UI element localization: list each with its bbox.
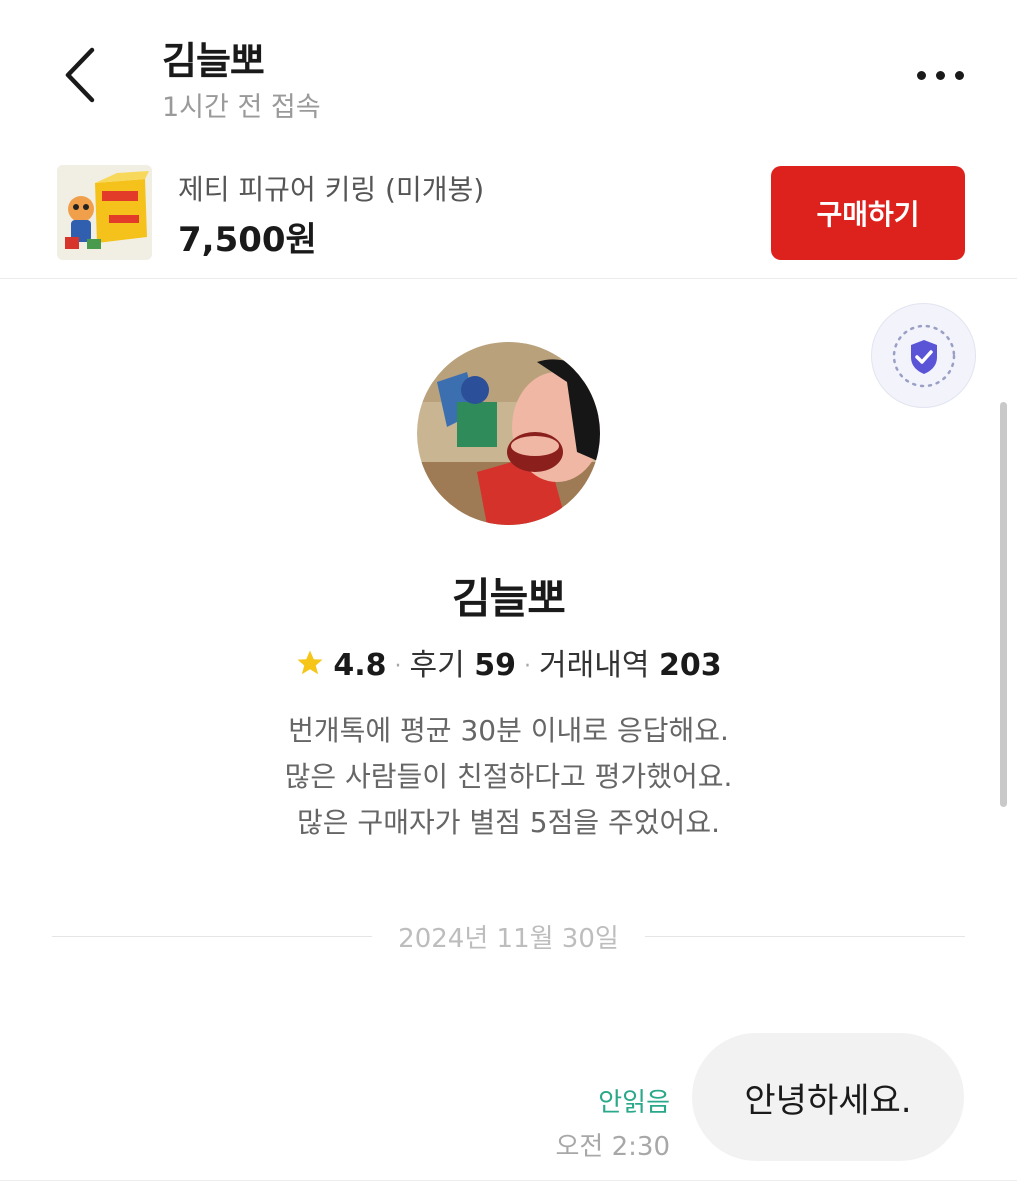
- product-image: [57, 165, 152, 260]
- last-seen-status: 1시간 전 접속: [162, 92, 321, 123]
- more-icon: [916, 70, 926, 80]
- separator-dot: ·: [524, 654, 532, 679]
- trades-label: 거래내역: [539, 648, 650, 683]
- header-seller-name: 김늘뽀: [162, 39, 265, 83]
- more-icon-dot: [954, 70, 964, 80]
- intro-line: 번개톡에 평균 30분 이내로 응답해요.: [288, 714, 729, 747]
- trades-count: 203: [658, 648, 722, 683]
- buy-button[interactable]: 구매하기: [771, 166, 965, 260]
- star-icon: [297, 650, 323, 675]
- reviews-count: 59: [474, 648, 517, 683]
- back-arrow-icon: [65, 47, 95, 103]
- shield-check-icon: [892, 324, 955, 387]
- separator-dot: ·: [394, 654, 402, 679]
- seller-avatar[interactable]: [417, 342, 600, 525]
- profile-name: 김늘뽀: [452, 574, 566, 623]
- date-divider-line-right: [645, 936, 965, 937]
- seller-stats[interactable]: 4.8 · 후기 59 · 거래내역 203: [0, 640, 1017, 684]
- seller-intro: 번개톡에 평균 30분 이내로 응답해요. 많은 사람들이 친절하다고 평가했어…: [0, 708, 1017, 846]
- product-price: 7,500원: [178, 220, 317, 260]
- product-title: 제티 피규어 키링 (미개봉): [178, 173, 485, 206]
- avatar-image: [417, 342, 600, 525]
- message-bubble[interactable]: 안녕하세요.: [692, 1033, 964, 1161]
- more-button[interactable]: [900, 55, 980, 95]
- intro-line: 많은 구매자가 별점 5점을 주었어요.: [297, 806, 720, 839]
- bottom-divider: [0, 1180, 1017, 1181]
- intro-line: 많은 사람들이 친절하다고 평가했어요.: [284, 760, 733, 793]
- back-button[interactable]: [50, 40, 120, 110]
- more-icon-dot: [935, 70, 945, 80]
- rating-value: 4.8: [333, 648, 387, 683]
- message-time: 오전 2:30: [555, 1132, 671, 1162]
- chat-screen: 김늘뽀 1시간 전 접속 제티 피규어 키링 (미개봉) 7,500원 구매하기…: [0, 0, 1017, 1200]
- reviews-label: 후기: [409, 648, 465, 683]
- safety-badge-button[interactable]: [871, 303, 976, 408]
- product-thumbnail[interactable]: [57, 165, 152, 260]
- message-read-status: 안읽음: [598, 1088, 670, 1118]
- product-bar[interactable]: 제티 피규어 키링 (미개봉) 7,500원 구매하기: [0, 150, 1017, 279]
